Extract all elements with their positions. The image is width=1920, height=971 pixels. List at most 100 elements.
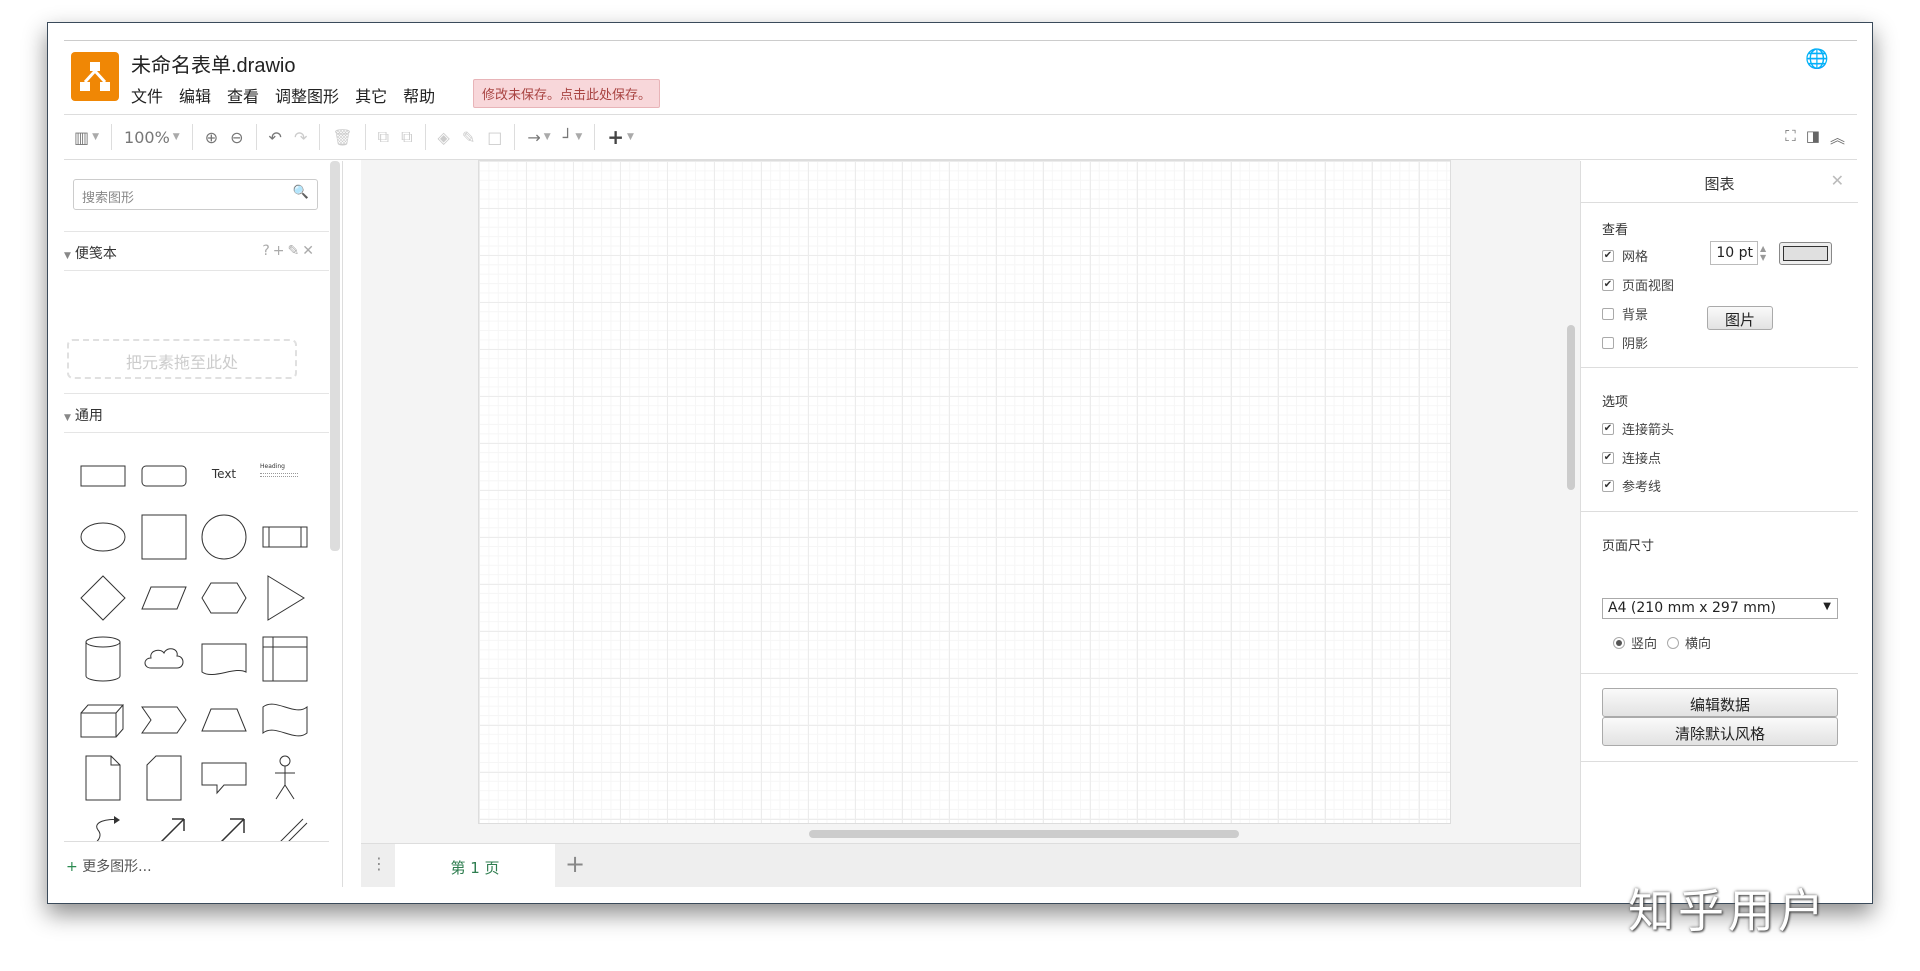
shape-triangle[interactable] xyxy=(260,573,310,623)
line-color-icon[interactable]: ✎ xyxy=(462,128,475,147)
delete-icon[interactable]: 🗑 xyxy=(332,128,352,147)
shape-rectangle[interactable] xyxy=(78,451,128,501)
shape-internal-storage[interactable] xyxy=(260,634,310,684)
horizontal-scrollbar[interactable] xyxy=(809,830,1239,838)
shape-card[interactable] xyxy=(139,753,189,803)
to-back-icon[interactable]: ⧉ xyxy=(401,127,412,147)
fill-color-icon[interactable]: ◈ xyxy=(438,128,450,147)
shadow-label: 阴影 xyxy=(1622,337,1649,352)
general-section-header[interactable]: ▼ 通用 xyxy=(64,393,329,433)
page-view-checkbox[interactable]: ✔ 页面视图 xyxy=(1602,275,1674,294)
menu-edit[interactable]: 编辑 xyxy=(179,83,211,107)
sidebar-scrollbar[interactable] xyxy=(330,161,340,551)
shape-bidirectional-arrow[interactable] xyxy=(139,814,189,841)
shape-rounded-rectangle[interactable] xyxy=(139,451,189,501)
shape-text[interactable]: Text xyxy=(199,467,249,517)
close-icon[interactable]: ✕ xyxy=(1831,171,1844,190)
collapse-triangle-icon: ▼ xyxy=(64,251,71,261)
search-shapes-input[interactable]: 搜索图形 🔍 xyxy=(73,179,318,210)
tab-page-1[interactable]: 第 1 页 xyxy=(395,844,555,888)
guides-checkbox[interactable]: ✔ 参考线 xyxy=(1602,476,1661,495)
shapes-sidebar: 搜索图形 🔍 ▼ 便笺本 ?+✎✕ 把元素拖至此处 ▼ 通用 Text Heading xyxy=(64,161,343,887)
menu-help[interactable]: 帮助 xyxy=(403,83,435,107)
shape-note[interactable] xyxy=(78,753,128,803)
format-panel-icon[interactable]: ◨ xyxy=(1806,127,1820,148)
page-size-select[interactable]: A4 (210 mm x 297 mm) ▼ xyxy=(1602,598,1838,619)
shape-tape[interactable] xyxy=(260,695,310,745)
insert-dropdown[interactable]: + ▼ xyxy=(607,125,634,149)
to-front-icon[interactable]: ⧉ xyxy=(378,127,389,147)
grid-color-button[interactable] xyxy=(1779,242,1832,265)
checkbox-checked: ✔ xyxy=(1602,479,1614,492)
chevron-down-icon: ▼ xyxy=(627,132,634,142)
shape-circle[interactable] xyxy=(199,512,249,562)
shape-arrow[interactable] xyxy=(199,814,249,841)
connection-arrows-checkbox[interactable]: ✔ 连接箭头 xyxy=(1602,419,1674,438)
shape-cube[interactable] xyxy=(78,695,128,745)
language-globe-icon[interactable]: 🌐 xyxy=(1805,47,1829,70)
portrait-radio[interactable] xyxy=(1613,636,1625,649)
add-page-icon[interactable]: + xyxy=(565,850,585,878)
scratchpad-title: 便笺本 xyxy=(74,246,117,262)
undo-icon[interactable]: ↶ xyxy=(269,128,282,147)
grid-size-input[interactable]: 10 pt xyxy=(1710,241,1758,265)
zoom-dropdown[interactable]: 100% ▼ xyxy=(124,128,180,147)
shape-step[interactable] xyxy=(139,695,189,745)
divider xyxy=(1581,367,1858,368)
menu-view[interactable]: 查看 xyxy=(227,83,259,107)
shape-document[interactable] xyxy=(199,634,249,684)
shape-ellipse[interactable] xyxy=(78,512,128,562)
shape-hexagon[interactable] xyxy=(199,573,249,623)
menu-file[interactable]: 文件 xyxy=(131,83,163,107)
guides-label: 参考线 xyxy=(1622,480,1662,495)
page-grid[interactable] xyxy=(478,160,1451,824)
shape-link[interactable] xyxy=(260,814,310,841)
diagram-canvas[interactable] xyxy=(361,160,1580,843)
waypoints-dropdown[interactable]: ┘ ▼ xyxy=(563,128,583,147)
pages-menu-icon[interactable]: ⋮ xyxy=(361,844,395,888)
fullscreen-icon[interactable]: ⛶ xyxy=(1785,127,1796,148)
collapse-icon[interactable]: ︽ xyxy=(1830,127,1845,148)
search-icon[interactable]: 🔍 xyxy=(293,185,309,200)
zoom-out-icon[interactable]: ⊖ xyxy=(230,128,243,147)
shape-actor[interactable] xyxy=(260,753,310,803)
clear-default-style-button[interactable]: 清除默认风格 xyxy=(1602,717,1838,746)
general-title: 通用 xyxy=(74,408,103,424)
shadow-icon[interactable]: □ xyxy=(487,128,502,147)
shape-square[interactable] xyxy=(139,512,189,562)
shape-textbox[interactable]: Heading xyxy=(260,463,310,513)
vertical-scrollbar[interactable] xyxy=(1567,325,1575,490)
connection-style-dropdown[interactable]: → ▼ xyxy=(527,128,550,147)
background-checkbox[interactable]: 背景 xyxy=(1602,304,1648,323)
connection-points-checkbox[interactable]: ✔ 连接点 xyxy=(1602,448,1661,467)
scratchpad-drop-zone[interactable]: 把元素拖至此处 xyxy=(67,339,297,379)
shadow-checkbox[interactable]: 阴影 xyxy=(1602,333,1648,352)
image-button[interactable]: 图片 xyxy=(1707,306,1773,330)
shape-cloud[interactable] xyxy=(139,634,189,684)
scratchpad-header[interactable]: ▼ 便笺本 ?+✎✕ xyxy=(64,231,329,271)
zoom-in-icon[interactable]: ⊕ xyxy=(205,128,218,147)
shape-trapezoid[interactable] xyxy=(199,695,249,745)
more-shapes-label: 更多图形... xyxy=(82,859,152,875)
divider xyxy=(1581,673,1858,674)
menu-arrange[interactable]: 调整图形 xyxy=(275,83,339,107)
format-panel-toggle[interactable]: ▥ ▼ xyxy=(74,128,99,147)
redo-icon[interactable]: ↷ xyxy=(294,128,307,147)
shape-cylinder[interactable] xyxy=(78,634,128,684)
shape-callout[interactable] xyxy=(199,753,249,803)
file-title[interactable]: 未命名表单.drawio xyxy=(131,49,295,78)
grid-checkbox[interactable]: ✔ 网格 xyxy=(1602,246,1648,265)
shape-diamond[interactable] xyxy=(78,573,128,623)
shape-process[interactable] xyxy=(260,512,310,562)
connection-arrows-label: 连接箭头 xyxy=(1622,423,1675,438)
chevron-down-icon: ▼ xyxy=(172,132,180,142)
grid-size-stepper[interactable]: ▲ ▼ xyxy=(1760,244,1766,262)
landscape-radio[interactable] xyxy=(1667,636,1680,649)
edit-data-button[interactable]: 编辑数据 xyxy=(1602,688,1838,717)
shape-parallelogram[interactable] xyxy=(139,573,189,623)
scratchpad-actions[interactable]: ?+✎✕ xyxy=(262,243,317,259)
unsaved-changes-notice[interactable]: 修改未保存。点击此处保存。 xyxy=(473,79,661,108)
menu-extras[interactable]: 其它 xyxy=(355,83,387,107)
shape-curved-arrow[interactable] xyxy=(78,814,128,841)
more-shapes-button[interactable]: + 更多图形... xyxy=(64,841,329,876)
